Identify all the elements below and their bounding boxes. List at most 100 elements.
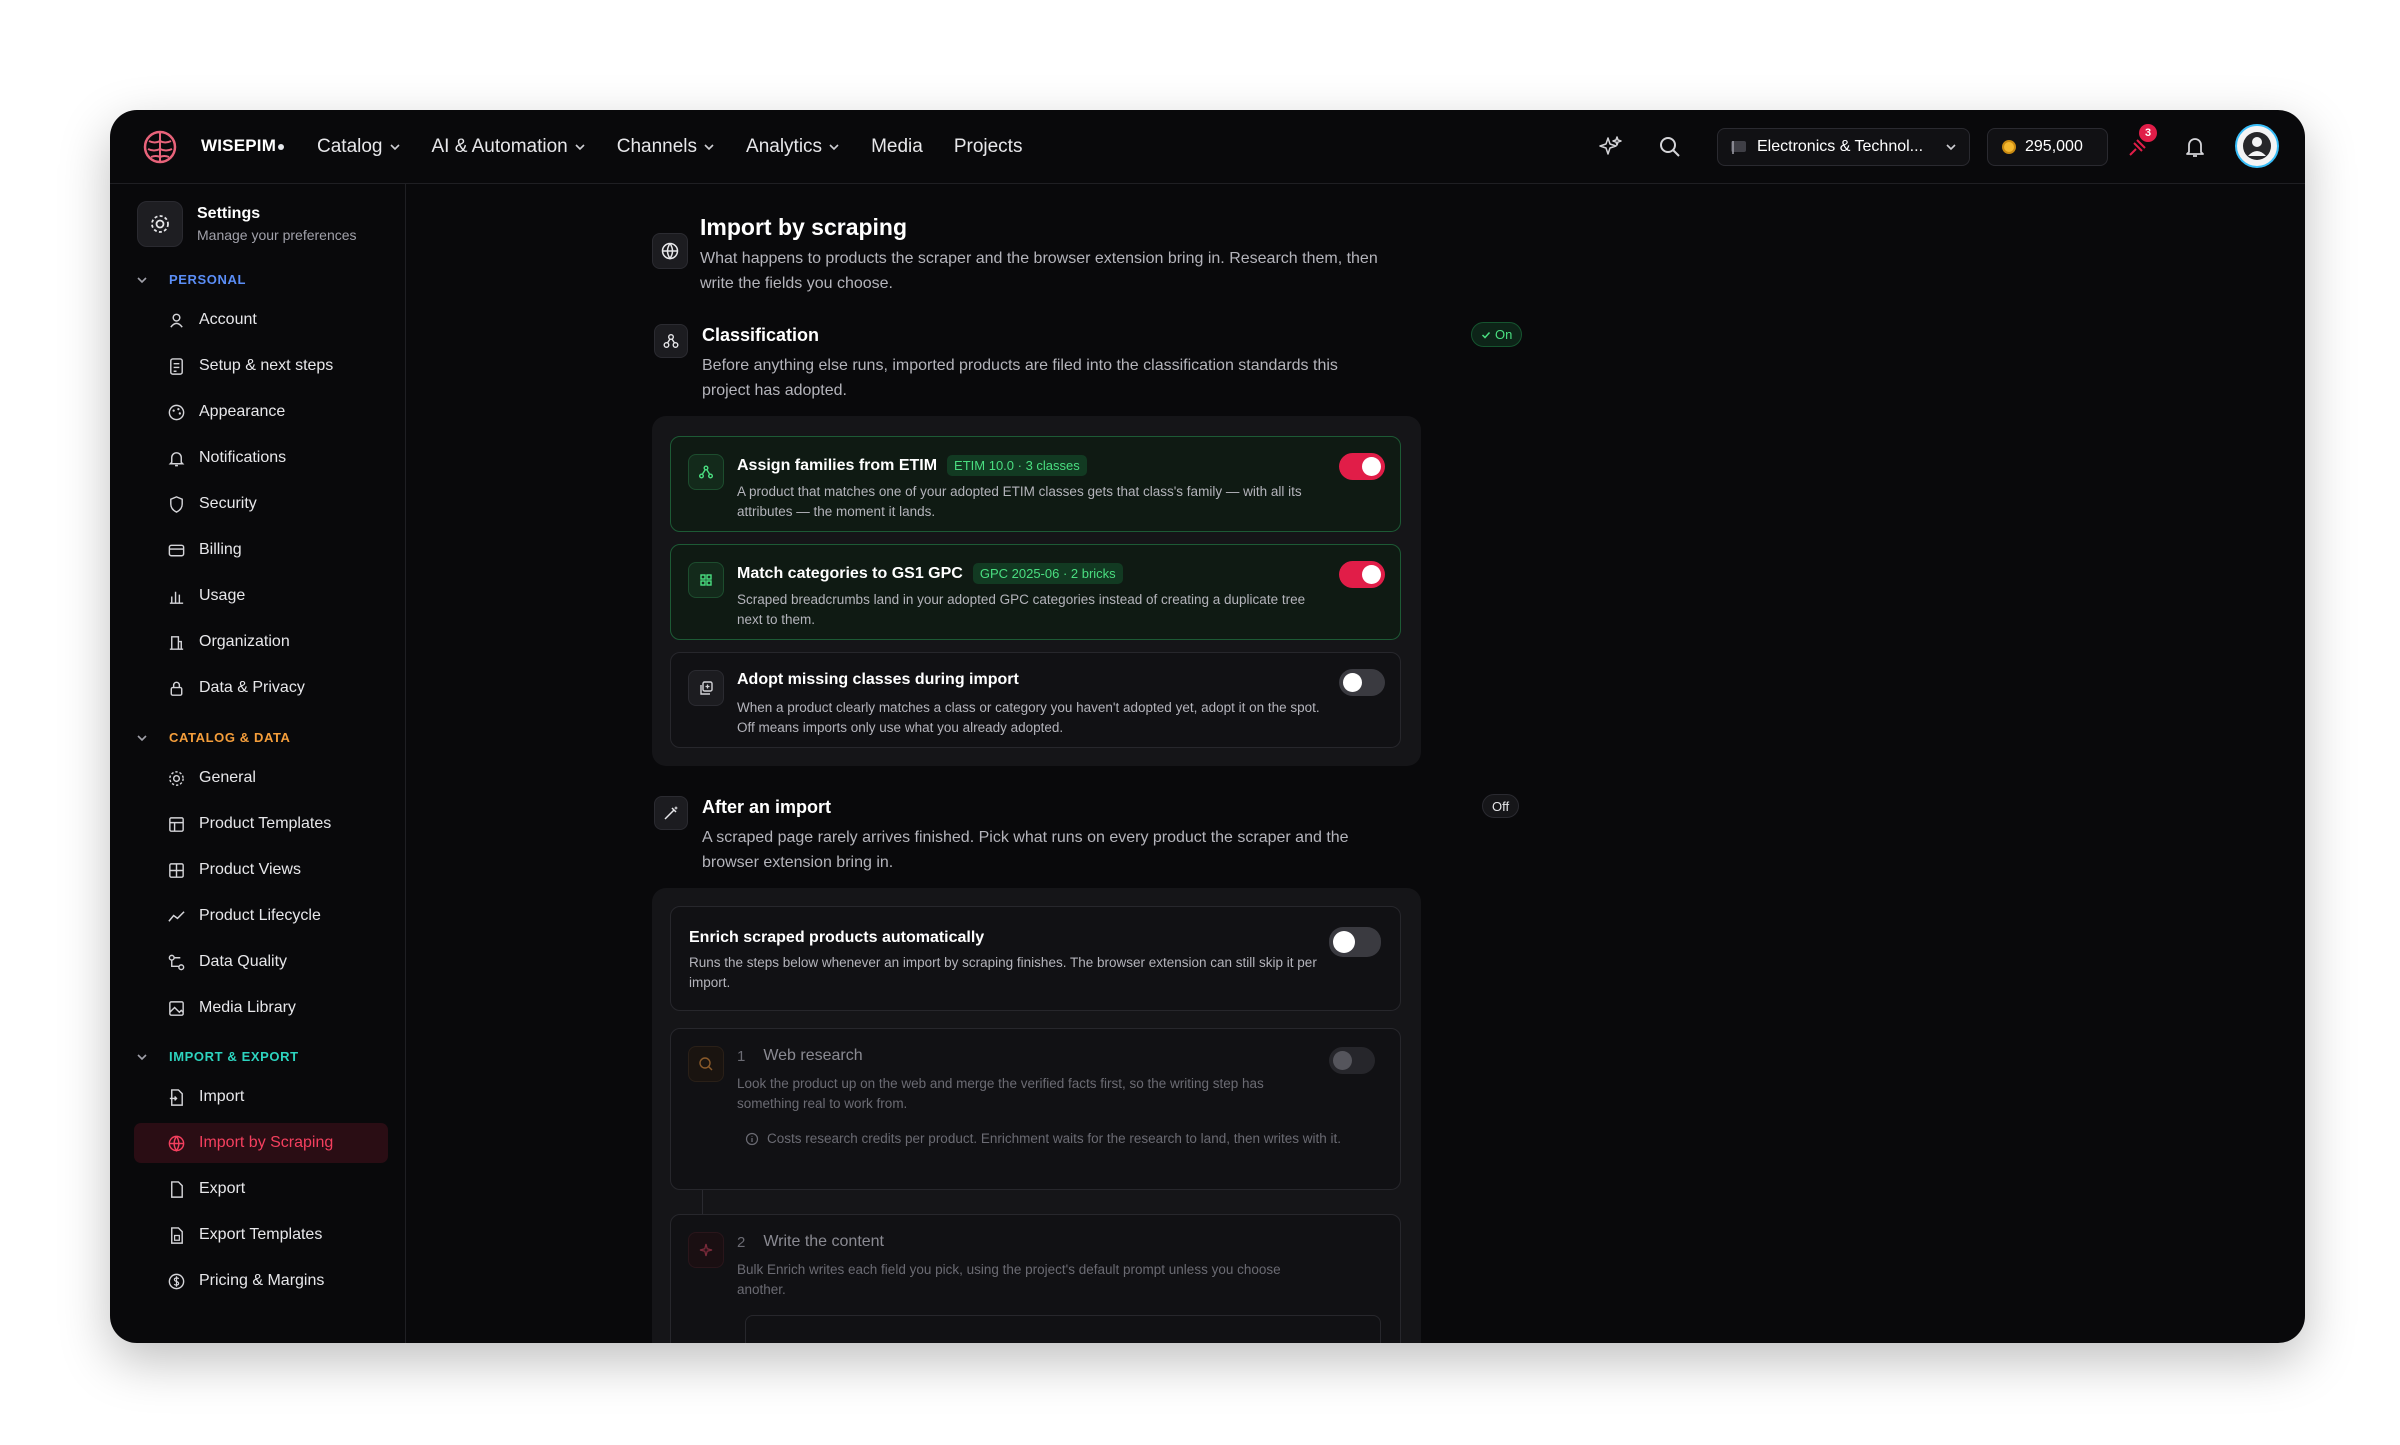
search-icon[interactable] (1657, 134, 1683, 160)
adopt-missing-toggle[interactable] (1339, 669, 1385, 696)
after-import-title: After an import (702, 797, 832, 817)
sidebar-item-account[interactable]: Account (134, 300, 388, 340)
write-content-title: 2 Write the content (737, 1233, 884, 1251)
trend-icon (168, 910, 185, 922)
settings-subtitle: Manage your preferences (197, 227, 357, 243)
gpc-toggle[interactable] (1339, 561, 1385, 588)
sidebar-item-setup[interactable]: Setup & next steps (134, 346, 388, 386)
palette-icon (168, 404, 185, 420)
user-icon (170, 313, 183, 328)
nav-ai-automation[interactable]: AI & Automation (432, 136, 586, 158)
gpc-tag: GPC 2025-06 · 2 bricks (972, 563, 1123, 584)
globe-icon (652, 233, 688, 269)
sidebar-item-usage[interactable]: Usage (134, 576, 388, 616)
etim-toggle[interactable] (1339, 453, 1385, 480)
credit-card-icon (168, 544, 185, 556)
section-catalog-data[interactable]: CATALOG & DATA (135, 730, 291, 745)
chevron-down-icon (137, 276, 147, 283)
layout-icon (169, 862, 184, 878)
user-avatar[interactable] (2235, 124, 2279, 168)
sidebar-item-appearance[interactable]: Appearance (134, 392, 388, 432)
credits-balance[interactable]: 295,000 (1987, 128, 2108, 166)
nav-media[interactable]: Media (871, 136, 923, 158)
main-nav: Catalog AI & Automation Channels Analyti… (317, 110, 1053, 184)
chevron-down-icon (137, 734, 147, 741)
after-import-group: Enrich scraped products automatically Ru… (652, 888, 1421, 1343)
hierarchy-icon (654, 324, 688, 358)
classification-group: Assign families from ETIM ETIM 10.0 · 3 c… (652, 416, 1421, 766)
bell-icon[interactable] (2182, 134, 2208, 160)
section-import-export[interactable]: IMPORT & EXPORT (135, 1049, 299, 1064)
auto-enrich-card: Enrich scraped products automatically Ru… (670, 906, 1401, 1011)
wand-icon (654, 796, 688, 830)
after-import-description: A scraped page rarely arrives finished. … (702, 829, 1349, 871)
sidebar-item-import[interactable]: Import (134, 1077, 388, 1117)
adopt-missing-title: Adopt missing classes during import (737, 671, 1019, 688)
sidebar-item-data-quality[interactable]: Data Quality (134, 942, 388, 982)
sidebar-item-billing[interactable]: Billing (134, 530, 388, 570)
check-icon (1481, 331, 1491, 339)
sparkles-icon[interactable] (1597, 134, 1623, 160)
gear-icon (137, 201, 183, 247)
sparkle-icon (688, 1232, 724, 1268)
sidebar-item-pricing-margins[interactable]: Pricing & Margins (134, 1261, 388, 1301)
sidebar-item-notifications[interactable]: Notifications (134, 438, 388, 478)
sidebar-item-product-templates[interactable]: Product Templates (134, 804, 388, 844)
flag-icon (1731, 141, 1746, 154)
nav-analytics[interactable]: Analytics (746, 136, 840, 158)
classification-status-badge: On (1471, 322, 1523, 347)
classification-title: Classification (702, 325, 820, 345)
sidebar-item-data-privacy[interactable]: Data & Privacy (134, 668, 388, 708)
globe-icon (168, 1135, 185, 1152)
sidebar-item-organization[interactable]: Organization (134, 622, 388, 662)
etim-card-title: Assign families from ETIM ETIM 10.0 · 3 c… (737, 455, 1087, 476)
write-content-desc: Bulk Enrich writes each field you pick, … (737, 1262, 1281, 1297)
image-icon (169, 1000, 184, 1016)
gpc-card-desc: Scraped breadcrumbs land in your adopted… (737, 592, 1306, 627)
sidebar-item-media-library[interactable]: Media Library (134, 988, 388, 1028)
classification-description: Before anything else runs, imported prod… (702, 357, 1338, 399)
file-import-icon (169, 1088, 183, 1106)
sidebar-item-export-templates[interactable]: Export Templates (134, 1215, 388, 1255)
auto-enrich-desc: Runs the steps below whenever an import … (689, 955, 1317, 990)
sidebar-item-export[interactable]: Export (134, 1169, 388, 1209)
building-icon (169, 635, 184, 650)
sidebar-item-security[interactable]: Security (134, 484, 388, 524)
section-personal[interactable]: PERSONAL (135, 272, 246, 287)
file-export-icon (171, 1180, 183, 1198)
settings-sidebar: Settings Manage your preferences PERSONA… (110, 184, 406, 1343)
chevron-down-icon (575, 144, 585, 151)
template-icon (169, 816, 184, 832)
nav-channels[interactable]: Channels (617, 136, 715, 158)
main-content: Import by scraping What happens to produ… (407, 184, 2305, 1343)
project-selector[interactable]: Electronics & Technol... (1717, 128, 1970, 166)
nav-catalog[interactable]: Catalog (317, 136, 401, 158)
step-connector (702, 1190, 703, 1216)
auto-enrich-toggle[interactable] (1329, 927, 1381, 957)
settings-title: Settings (197, 205, 261, 222)
sidebar-item-product-lifecycle[interactable]: Product Lifecycle (134, 896, 388, 936)
brain-logo-icon[interactable] (140, 127, 180, 167)
notification-count-badge: 3 (2139, 124, 2157, 142)
settings-header: Settings Manage your preferences (137, 201, 357, 247)
nav-projects[interactable]: Projects (954, 136, 1023, 158)
etim-card-desc: A product that matches one of your adopt… (737, 484, 1302, 519)
dollar-icon (168, 1273, 185, 1289)
bell-icon (168, 451, 185, 466)
sidebar-item-general[interactable]: General (134, 758, 388, 798)
chevron-down-icon (829, 144, 839, 151)
workflow-icon (168, 954, 185, 970)
gear-icon (169, 770, 184, 786)
sidebar-item-import-by-scraping[interactable]: Import by Scraping (134, 1123, 388, 1163)
coin-icon (2002, 140, 2016, 154)
gpc-card: Match categories to GS1 GPC GPC 2025-06 ·… (670, 544, 1401, 640)
file-template-icon (171, 1226, 183, 1244)
checklist-icon (170, 357, 183, 375)
web-research-desc: Look the product up on the web and merge… (737, 1076, 1264, 1111)
hierarchy-icon (688, 454, 724, 490)
web-research-toggle[interactable] (1329, 1047, 1375, 1074)
page-title: Import by scraping (700, 214, 908, 240)
sidebar-item-product-views[interactable]: Product Views (134, 850, 388, 890)
brand-name[interactable]: WISEPIM (201, 136, 285, 156)
after-import-status-badge: Off (1482, 794, 1520, 818)
